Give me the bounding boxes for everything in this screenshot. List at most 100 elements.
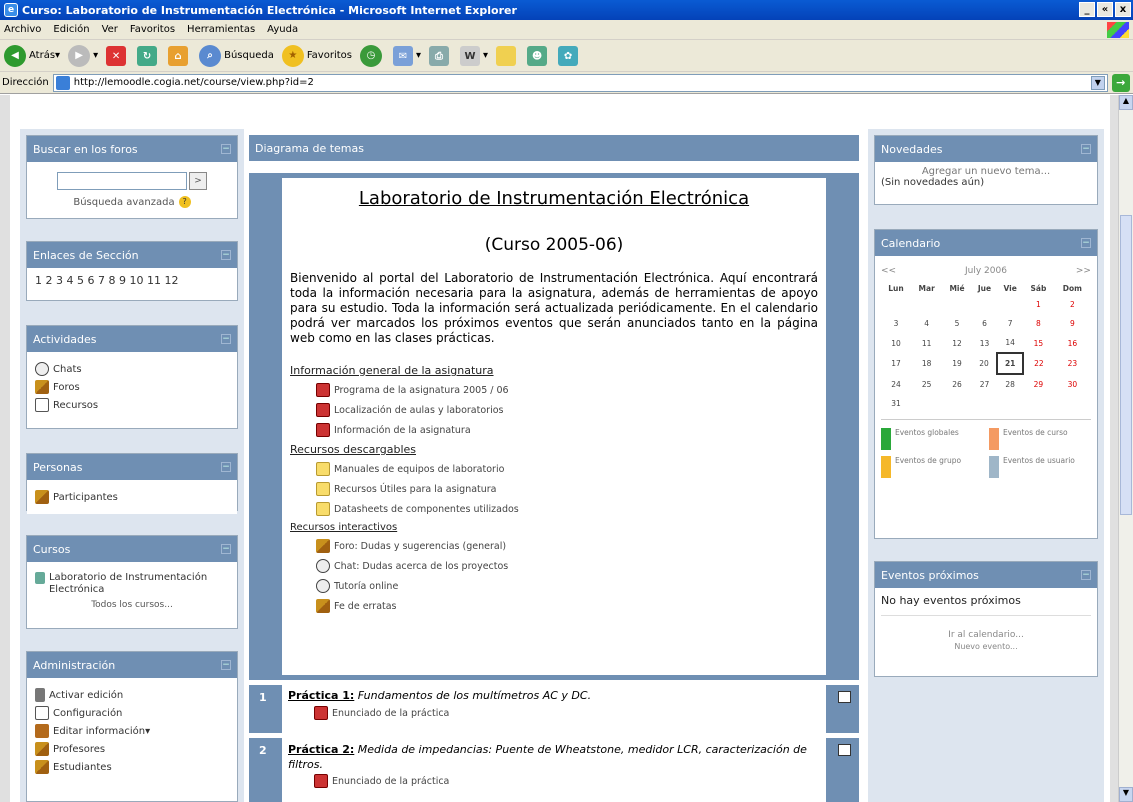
go-calendar-link[interactable]: Ir al calendario...: [881, 615, 1091, 640]
link-fe-erratas[interactable]: Fe de erratas: [316, 599, 818, 613]
calendar-day[interactable]: 1: [1023, 295, 1054, 314]
calendar-day[interactable]: 6: [972, 314, 998, 333]
help-icon[interactable]: ?: [178, 196, 191, 208]
home-button[interactable]: ⌂: [168, 45, 191, 66]
admin-profesores[interactable]: Profesores: [35, 742, 229, 756]
calendar-day[interactable]: 26: [942, 374, 971, 394]
calendar-day[interactable]: 23: [1054, 353, 1091, 374]
back-button[interactable]: ◀ Atrás ▾: [4, 44, 60, 67]
calendar-day[interactable]: 27: [972, 374, 998, 394]
legend-course[interactable]: Eventos de curso: [989, 428, 1091, 450]
topic-1-highlight-toggle[interactable]: [838, 691, 851, 703]
practice-1-link[interactable]: Enunciado de la práctica: [314, 706, 820, 720]
menu-herramientas[interactable]: Herramientas: [187, 24, 255, 35]
calendar-day[interactable]: 29: [1023, 374, 1054, 394]
go-button[interactable]: →: [1111, 73, 1130, 92]
activity-foros[interactable]: Foros: [35, 380, 229, 394]
edit-button[interactable]: W ▾: [460, 45, 488, 66]
favorites-button[interactable]: ★ Favoritos: [281, 44, 352, 67]
prev-month-link[interactable]: <<: [881, 266, 896, 276]
forum-search-input[interactable]: [57, 172, 187, 190]
link-programa[interactable]: Programa de la asignatura 2005 / 06: [316, 383, 818, 397]
calendar-day[interactable]: 31: [881, 394, 911, 413]
calendar-day[interactable]: 5: [942, 314, 971, 333]
address-input[interactable]: http://lemoodle.cogia.net/course/view.ph…: [52, 73, 1108, 92]
menu-ver[interactable]: Ver: [102, 24, 118, 35]
scroll-thumb[interactable]: [1120, 215, 1132, 515]
calendar-day[interactable]: 2: [1054, 295, 1091, 314]
forward-button[interactable]: ▶ ▾: [68, 44, 98, 67]
calendar-day[interactable]: 25: [911, 374, 942, 394]
calendar-day[interactable]: 20: [972, 353, 998, 374]
discuss-button[interactable]: ✿: [558, 45, 581, 66]
collapse-icon[interactable]: −: [1081, 144, 1091, 154]
link-tutoria[interactable]: Tutoría online: [316, 579, 818, 593]
calendar-day[interactable]: 17: [881, 353, 911, 374]
all-courses-link[interactable]: Todos los cursos...: [35, 600, 229, 610]
calendar-day[interactable]: 11: [911, 333, 942, 353]
topic-2-highlight-toggle[interactable]: [838, 744, 851, 756]
collapse-icon[interactable]: −: [221, 544, 231, 554]
link-chat-dudas[interactable]: Chat: Dudas acerca de los proyectos: [316, 559, 818, 573]
messenger-button[interactable]: ☻: [527, 45, 550, 66]
admin-editar-informacion[interactable]: Editar información ▾: [35, 724, 229, 738]
legend-global[interactable]: Eventos globales: [881, 428, 983, 450]
admin-estudiantes[interactable]: Estudiantes: [35, 760, 229, 774]
calendar-day[interactable]: 30: [1054, 374, 1091, 394]
link-foro-dudas[interactable]: Foro: Dudas y sugerencias (general): [316, 539, 818, 553]
calendar-day[interactable]: 13: [972, 333, 998, 353]
calendar-day[interactable]: 12: [942, 333, 971, 353]
calendar-day[interactable]: 21: [996, 352, 1025, 375]
collapse-icon[interactable]: −: [221, 660, 231, 670]
calendar-day[interactable]: 24: [881, 374, 911, 394]
collapse-icon[interactable]: −: [221, 334, 231, 344]
next-month-link[interactable]: >>: [1076, 266, 1091, 276]
menu-archivo[interactable]: Archivo: [4, 24, 41, 35]
admin-configuracion[interactable]: Configuración: [35, 706, 229, 720]
maximize-button[interactable]: «: [1097, 2, 1113, 17]
link-manuales[interactable]: Manuales de equipos de laboratorio: [316, 462, 818, 476]
calendar-day[interactable]: 10: [881, 333, 911, 353]
forum-search-go-button[interactable]: >: [189, 172, 207, 190]
collapse-icon[interactable]: −: [1081, 238, 1091, 248]
stop-button[interactable]: ✕: [106, 45, 129, 66]
collapse-icon[interactable]: −: [221, 462, 231, 472]
calendar-day[interactable]: 3: [881, 314, 911, 333]
vertical-scrollbar[interactable]: ▲ ▼: [1118, 95, 1133, 802]
calendar-day[interactable]: 19: [942, 353, 971, 374]
search-button[interactable]: ⌕ Búsqueda: [199, 44, 274, 67]
minimize-button[interactable]: _: [1079, 2, 1095, 17]
practice-2-link[interactable]: Enunciado de la práctica: [314, 774, 820, 788]
calendar-day[interactable]: 4: [911, 314, 942, 333]
scroll-down-icon[interactable]: ▼: [1119, 787, 1133, 802]
menu-ayuda[interactable]: Ayuda: [267, 24, 298, 35]
calendar-day[interactable]: 16: [1054, 333, 1091, 353]
activity-recursos[interactable]: Recursos: [35, 398, 229, 412]
refresh-button[interactable]: ↻: [137, 45, 160, 66]
scroll-up-icon[interactable]: ▲: [1119, 95, 1133, 110]
add-topic-link[interactable]: Agregar un nuevo tema...: [881, 166, 1091, 177]
legend-user[interactable]: Eventos de usuario: [989, 456, 1091, 478]
link-recursos-utiles[interactable]: Recursos Útiles para la asignatura: [316, 482, 818, 496]
calendar-day[interactable]: 18: [911, 353, 942, 374]
calendar-day[interactable]: 14: [997, 333, 1023, 353]
collapse-icon[interactable]: −: [1081, 570, 1091, 580]
calendar-day[interactable]: 9: [1054, 314, 1091, 333]
print-button[interactable]: ⎙: [429, 45, 452, 66]
link-datasheets[interactable]: Datasheets de componentes utilizados: [316, 502, 818, 516]
new-event-link[interactable]: Nuevo evento...: [881, 642, 1091, 651]
menu-edicion[interactable]: Edición: [53, 24, 89, 35]
calendar-day[interactable]: 22: [1023, 353, 1054, 374]
calendar-day[interactable]: 15: [1023, 333, 1054, 353]
close-button[interactable]: x: [1115, 2, 1131, 17]
collapse-icon[interactable]: −: [221, 250, 231, 260]
folder-button[interactable]: [496, 45, 519, 66]
history-button[interactable]: ◷: [359, 44, 385, 67]
activity-chats[interactable]: Chats: [35, 362, 229, 376]
legend-group[interactable]: Eventos de grupo: [881, 456, 983, 478]
mail-button[interactable]: ✉ ▾: [392, 45, 421, 66]
address-dropdown-icon[interactable]: ▼: [1090, 75, 1105, 90]
advanced-search-link[interactable]: Búsqueda avanzada: [73, 197, 174, 208]
calendar-day[interactable]: 28: [997, 374, 1023, 394]
people-participantes[interactable]: Participantes: [35, 490, 229, 504]
